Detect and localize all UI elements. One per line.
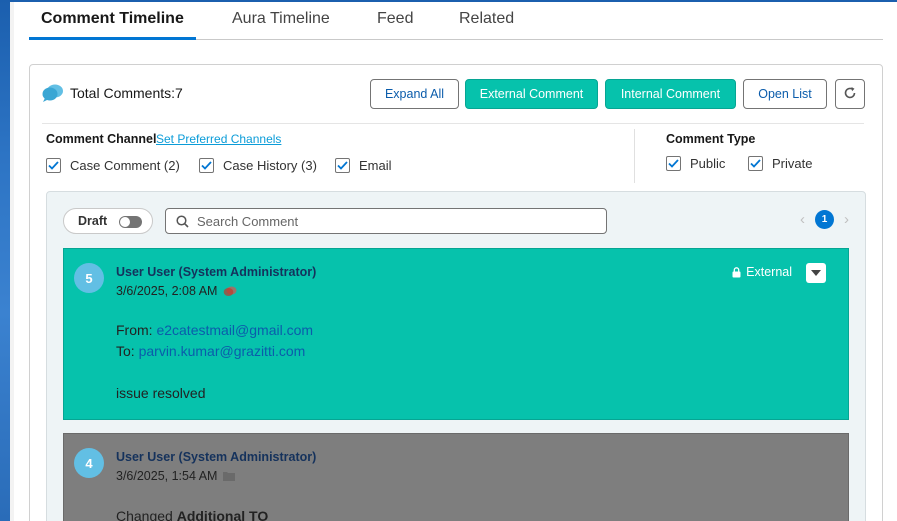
draft-label: Draft	[78, 214, 108, 228]
from-email-link[interactable]: e2catestmail@gmail.com	[156, 322, 313, 338]
tab-comment-timeline[interactable]: Comment Timeline	[41, 10, 184, 40]
folder-icon	[223, 471, 236, 481]
refresh-icon	[843, 86, 857, 103]
search-input[interactable]	[197, 213, 597, 229]
tab-aura-timeline[interactable]: Aura Timeline	[232, 10, 330, 40]
change-field: Additional TO	[176, 508, 269, 521]
search-box	[165, 208, 607, 234]
comment-author[interactable]: User User (System Administrator)	[116, 450, 316, 464]
tab-feed[interactable]: Feed	[377, 10, 413, 40]
comment-channel-label: Comment Channel	[46, 132, 157, 146]
type-public[interactable]: Public	[666, 156, 725, 171]
comment-body: issue resolved	[116, 385, 206, 401]
type-private[interactable]: Private	[748, 156, 812, 171]
total-comments: Total Comments: 7	[42, 83, 183, 103]
channel-case-history[interactable]: Case History (3)	[199, 158, 317, 173]
visibility-indicator: External	[732, 265, 792, 279]
private-label: Private	[772, 156, 813, 171]
refresh-button[interactable]	[835, 79, 865, 109]
pagination: ‹ 1 ›	[800, 210, 849, 229]
comment-date-text: 3/6/2025, 2:08 AM	[116, 284, 218, 298]
comment-timeline-card: Comment Timeline Aura Timeline Feed Rela…	[14, 2, 897, 521]
search-icon	[176, 214, 189, 228]
header-divider	[42, 123, 864, 124]
total-comments-count: 7	[175, 85, 183, 101]
prev-page-icon[interactable]: ‹	[800, 211, 805, 228]
open-list-button[interactable]: Open List	[743, 79, 827, 109]
comment-menu-button[interactable]	[806, 263, 826, 283]
draft-switch[interactable]	[119, 216, 142, 228]
current-page[interactable]: 1	[815, 210, 834, 229]
comment-type-label: Comment Type	[666, 132, 756, 146]
to-email-link[interactable]: parvin.kumar@grazitti.com	[139, 343, 306, 359]
comment-card: 5 User User (System Administrator) 3/6/2…	[63, 248, 849, 420]
from-label: From:	[116, 322, 153, 338]
comment-date: 3/6/2025, 2:08 AM	[116, 284, 237, 298]
case-history-label: Case History (3)	[223, 158, 317, 173]
internal-comment-button[interactable]: Internal Comment	[605, 79, 736, 109]
filter-divider	[634, 129, 635, 183]
visibility-label: External	[746, 265, 792, 279]
comment-date: 3/6/2025, 1:54 AM	[116, 469, 236, 483]
chevron-down-icon	[811, 270, 821, 276]
comment-feed: Draft ‹ 1 › 5 User User	[46, 191, 866, 521]
public-checkbox[interactable]	[666, 156, 681, 171]
case-comment-checkbox[interactable]	[46, 158, 61, 173]
email-to-line: To: parvin.kumar@grazitti.com	[116, 343, 305, 359]
set-preferred-channels-link[interactable]: Set Preferred Channels	[156, 132, 281, 146]
external-comment-button[interactable]: External Comment	[465, 79, 598, 109]
comment-number-badge: 5	[74, 263, 104, 293]
comment-date-text: 3/6/2025, 1:54 AM	[116, 469, 218, 483]
draft-toggle[interactable]: Draft	[63, 208, 153, 234]
comment-card: 4 User User (System Administrator) 3/6/2…	[63, 433, 849, 521]
expand-all-button[interactable]: Expand All	[370, 79, 459, 109]
comment-author[interactable]: User User (System Administrator)	[116, 265, 316, 279]
chat-icon	[223, 286, 237, 297]
case-history-checkbox[interactable]	[199, 158, 214, 173]
to-label: To:	[116, 343, 135, 359]
tab-bar: Comment Timeline Aura Timeline Feed Rela…	[29, 2, 883, 40]
change-prefix: Changed	[116, 508, 177, 521]
active-tab-indicator	[29, 37, 196, 40]
case-comment-label: Case Comment (2)	[70, 158, 180, 173]
email-from-line: From: e2catestmail@gmail.com	[116, 322, 313, 338]
background-edge	[0, 0, 14, 521]
channel-case-comment[interactable]: Case Comment (2)	[46, 158, 180, 173]
private-checkbox[interactable]	[748, 156, 763, 171]
total-comments-label: Total Comments:	[70, 85, 176, 101]
email-label: Email	[359, 158, 392, 173]
email-checkbox[interactable]	[335, 158, 350, 173]
tab-related[interactable]: Related	[459, 10, 514, 40]
comment-body: Changed Additional TO	[116, 508, 268, 521]
next-page-icon[interactable]: ›	[844, 211, 849, 228]
comments-panel: Total Comments: 7 Expand All External Co…	[29, 64, 883, 521]
comment-number-badge: 4	[74, 448, 104, 478]
public-label: Public	[690, 156, 726, 171]
chat-bubbles-icon	[42, 83, 64, 103]
channel-email[interactable]: Email	[335, 158, 392, 173]
lock-icon	[732, 266, 741, 278]
